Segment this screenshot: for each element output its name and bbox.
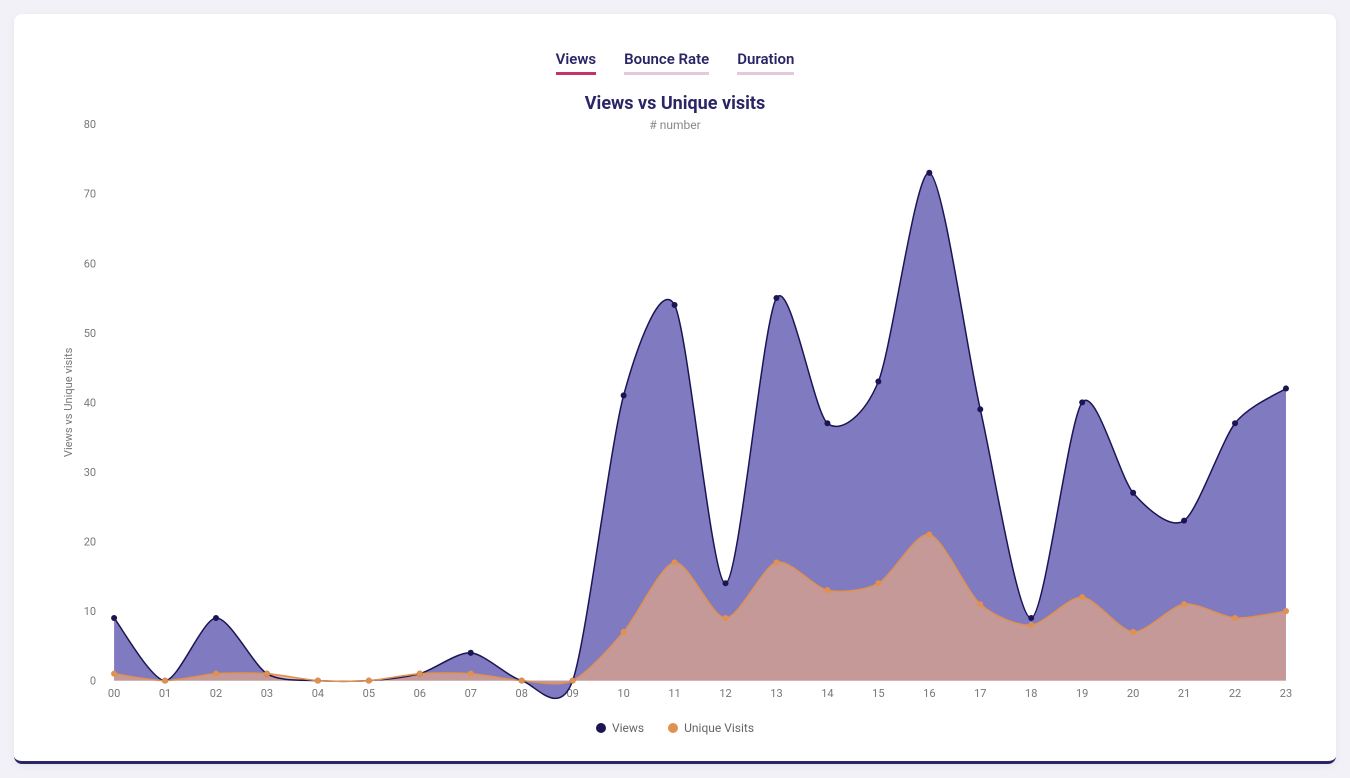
legend-item-views[interactable]: Views	[596, 721, 644, 735]
svg-text:02: 02	[210, 687, 222, 700]
svg-text:10: 10	[617, 687, 629, 700]
svg-text:22: 22	[1229, 687, 1241, 700]
svg-text:30: 30	[84, 466, 96, 479]
chart-svg: 0102030405060708000010203040506070809101…	[54, 114, 1296, 711]
svg-text:20: 20	[1127, 687, 1139, 700]
legend-label-views: Views	[612, 721, 644, 735]
svg-text:03: 03	[261, 687, 273, 700]
svg-text:08: 08	[516, 687, 528, 700]
svg-text:15: 15	[872, 687, 884, 700]
svg-text:01: 01	[159, 687, 171, 700]
svg-text:04: 04	[312, 687, 324, 700]
svg-text:13: 13	[770, 687, 782, 700]
chart-tabs: Views Bounce Rate Duration	[14, 14, 1336, 75]
svg-text:40: 40	[84, 396, 96, 409]
legend-swatch-views	[596, 723, 606, 733]
tab-bounce-rate[interactable]: Bounce Rate	[624, 50, 709, 75]
svg-text:12: 12	[719, 687, 731, 700]
svg-text:05: 05	[363, 687, 375, 700]
svg-text:10: 10	[84, 605, 96, 618]
svg-text:70: 70	[84, 188, 96, 201]
legend-item-unique[interactable]: Unique Visits	[668, 721, 754, 735]
svg-text:50: 50	[84, 327, 96, 340]
svg-text:17: 17	[974, 687, 986, 700]
svg-text:11: 11	[668, 687, 680, 700]
chart-card: Views Bounce Rate Duration Views vs Uniq…	[14, 14, 1336, 764]
chart-title: Views vs Unique visits	[14, 93, 1336, 114]
svg-text:23: 23	[1280, 687, 1292, 700]
svg-text:06: 06	[414, 687, 426, 700]
svg-text:18: 18	[1025, 687, 1037, 700]
svg-text:19: 19	[1076, 687, 1088, 700]
svg-text:Views vs Unique visits: Views vs Unique visits	[62, 347, 75, 457]
legend-label-unique: Unique Visits	[684, 721, 754, 735]
svg-text:80: 80	[84, 118, 96, 131]
svg-text:00: 00	[108, 687, 120, 700]
legend-swatch-unique	[668, 723, 678, 733]
tab-duration[interactable]: Duration	[737, 50, 794, 75]
chart-legend: Views Unique Visits	[14, 721, 1336, 735]
svg-text:60: 60	[84, 257, 96, 270]
svg-text:0: 0	[90, 675, 96, 688]
svg-text:20: 20	[84, 536, 96, 549]
chart-plot-area: 0102030405060708000010203040506070809101…	[54, 114, 1296, 711]
tab-views[interactable]: Views	[556, 50, 597, 75]
svg-text:14: 14	[821, 687, 833, 700]
svg-text:21: 21	[1178, 687, 1190, 700]
svg-text:16: 16	[923, 687, 935, 700]
svg-text:07: 07	[465, 687, 477, 700]
